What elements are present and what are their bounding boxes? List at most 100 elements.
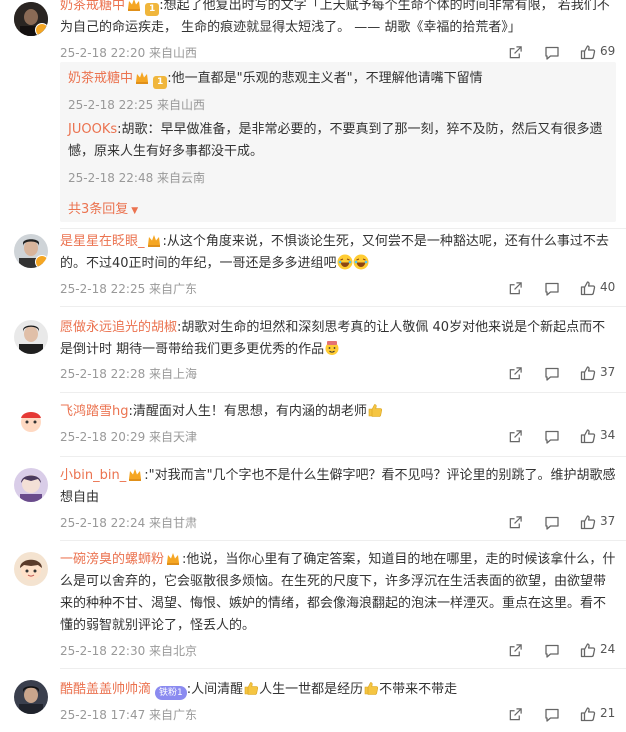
- thumbs-up-emoji-icon: [367, 402, 383, 418]
- laugh-emoji-icon: [353, 254, 369, 270]
- reply-body: :他一直都是"乐观的悲观主义者"，不理解他请嘴下留情: [167, 71, 483, 86]
- verified-badge-icon: [35, 23, 48, 36]
- comment-username[interactable]: 酷酷盖盖帅帅滴: [60, 682, 151, 697]
- comment-actions: 21: [508, 706, 620, 726]
- reply-icon[interactable]: [544, 45, 560, 61]
- like-count: 69: [600, 44, 616, 58]
- thumbs-up-emoji-icon: [363, 680, 379, 696]
- share-icon[interactable]: [508, 643, 523, 658]
- avatar[interactable]: [14, 234, 48, 268]
- comment-text: 一碗滂臭的螺蛳粉:他说，当你心里有了确定答案，知道目的地在哪里，走的时候该拿什么…: [60, 549, 616, 637]
- divider: [60, 392, 626, 393]
- crown-icon: [127, 0, 141, 11]
- divider: [60, 540, 626, 541]
- verified-badge-icon: [35, 255, 48, 268]
- comment-username[interactable]: 小bin_bin_: [60, 468, 126, 483]
- like-icon[interactable]: [580, 514, 596, 530]
- like-icon[interactable]: [580, 365, 596, 381]
- reply-thread: 奶茶戒糖中 1:他一直都是"乐观的悲观主义者"，不理解他请嘴下留情 25-2-18…: [60, 62, 616, 222]
- reply-username[interactable]: 奶茶戒糖中: [68, 71, 133, 86]
- comment-text: 小bin_bin_:"对我而言"几个字也不是什么生僻字吧？看不见吗？评论里的别跳…: [60, 465, 616, 509]
- share-icon[interactable]: [508, 281, 523, 296]
- comment-meta: 25-2-18 22:24 来自甘肃: [60, 516, 198, 530]
- reply-icon[interactable]: [544, 707, 560, 723]
- comment-text: 飞鸿踏雪hg:清醒面对人生！有思想，有内涵的胡老师: [60, 401, 616, 423]
- reply-username[interactable]: JUOOKs: [68, 122, 117, 137]
- comment-meta: 25-2-18 22:28 来自上海: [60, 367, 198, 381]
- avatar[interactable]: [14, 468, 48, 502]
- comment-username[interactable]: 飞鸿踏雪hg: [60, 404, 129, 419]
- like-count: 40: [600, 280, 616, 294]
- comment-body: :"对我而言"几个字也不是什么生僻字吧？看不见吗？评论里的别跳了。维护胡歌感想自…: [60, 468, 616, 505]
- comment-actions: 40: [508, 280, 620, 300]
- comment-text: 奶茶戒糖中 1:想起了他复出时写的文字「上天赋予每个生命个体的时间非常有限， 若我…: [60, 0, 616, 39]
- divider: [60, 306, 626, 307]
- share-icon[interactable]: [508, 45, 523, 60]
- like-count: 37: [600, 514, 616, 528]
- share-icon[interactable]: [508, 515, 523, 530]
- comment-text: 愿做永远追光的胡椒:胡歌对生命的坦然和深刻思考真的让人敬佩 40岁对他来说是个新…: [60, 317, 616, 361]
- comment-actions: 69: [508, 44, 620, 64]
- crown-icon: [166, 552, 180, 565]
- comment-actions: 37: [508, 365, 620, 385]
- comment-username[interactable]: 愿做永远追光的胡椒: [60, 320, 177, 335]
- avatar-image: [14, 552, 48, 586]
- comment-username[interactable]: 是星星在眨眼_: [60, 234, 145, 249]
- thumbs-up-emoji-icon: [243, 680, 259, 696]
- level-badge: 1: [145, 3, 160, 16]
- avatar-image: [14, 320, 48, 354]
- reply-text: 奶茶戒糖中 1:他一直都是"乐观的悲观主义者"，不理解他请嘴下留情: [68, 68, 608, 90]
- like-icon[interactable]: [580, 44, 596, 60]
- more-replies-link[interactable]: 共3条回复 ▼: [68, 198, 138, 217]
- comment-text: 酷酷盖盖帅帅滴 铁粉1:人间清醒 人生一世都是经历 不带来不带走: [60, 679, 616, 701]
- more-replies-label: 共3条回复: [68, 202, 129, 217]
- like-count: 24: [600, 642, 616, 656]
- divider: [60, 668, 626, 669]
- like-icon[interactable]: [580, 428, 596, 444]
- avatar-image: [14, 468, 48, 502]
- comment-username[interactable]: 一碗滂臭的螺蛳粉: [60, 552, 164, 567]
- comment-username[interactable]: 奶茶戒糖中: [60, 0, 125, 13]
- share-icon[interactable]: [508, 366, 523, 381]
- comment-body: :清醒面对人生！有思想，有内涵的胡老师: [128, 404, 367, 419]
- like-icon[interactable]: [580, 642, 596, 658]
- avatar[interactable]: [14, 2, 48, 36]
- comment-actions: 34: [508, 428, 620, 448]
- reply-icon[interactable]: [544, 643, 560, 659]
- comment-meta: 25-2-18 22:25 来自广东: [60, 282, 198, 296]
- comment-actions: 37: [508, 514, 620, 534]
- divider: [60, 228, 626, 229]
- comment-meta: 25-2-18 17:47 来自广东: [60, 708, 198, 722]
- clap-emoji-icon: [324, 340, 340, 356]
- share-icon[interactable]: [508, 707, 523, 722]
- avatar-image: [14, 404, 48, 438]
- comment-actions: 24: [508, 642, 620, 662]
- like-icon[interactable]: [580, 706, 596, 722]
- comment-meta: 25-2-18 22:20 来自山西: [60, 46, 198, 60]
- avatar[interactable]: [14, 680, 48, 714]
- reply-body: :胡歌：早早做准备，是非常必要的，不要真到了那一刻，猝不及防，然后又有很多遗憾，…: [68, 122, 603, 159]
- like-count: 37: [600, 365, 616, 379]
- comment-body: :想起了他复出时写的文字「上天赋予每个生命个体的时间非常有限， 若我们不为自己的…: [60, 0, 610, 35]
- avatar[interactable]: [14, 552, 48, 586]
- like-count: 21: [600, 706, 616, 720]
- crown-icon: [135, 71, 149, 84]
- avatar-image: [14, 680, 48, 714]
- fans-badge: 铁粉1: [155, 686, 187, 700]
- reply-icon[interactable]: [544, 281, 560, 297]
- laugh-emoji-icon: [337, 254, 353, 270]
- reply-meta: 25-2-18 22:48 来自云南: [68, 171, 206, 185]
- like-count: 34: [600, 428, 616, 442]
- share-icon[interactable]: [508, 429, 523, 444]
- crown-icon: [128, 468, 142, 481]
- comment-body: 人生一世都是经历: [259, 682, 364, 697]
- like-icon[interactable]: [580, 280, 596, 296]
- avatar[interactable]: [14, 404, 48, 438]
- reply-icon[interactable]: [544, 515, 560, 531]
- divider: [60, 456, 626, 457]
- avatar[interactable]: [14, 320, 48, 354]
- comment-meta: 25-2-18 22:30 来自北京: [60, 644, 198, 658]
- crown-icon: [147, 234, 161, 247]
- reply-icon[interactable]: [544, 366, 560, 382]
- reply-icon[interactable]: [544, 429, 560, 445]
